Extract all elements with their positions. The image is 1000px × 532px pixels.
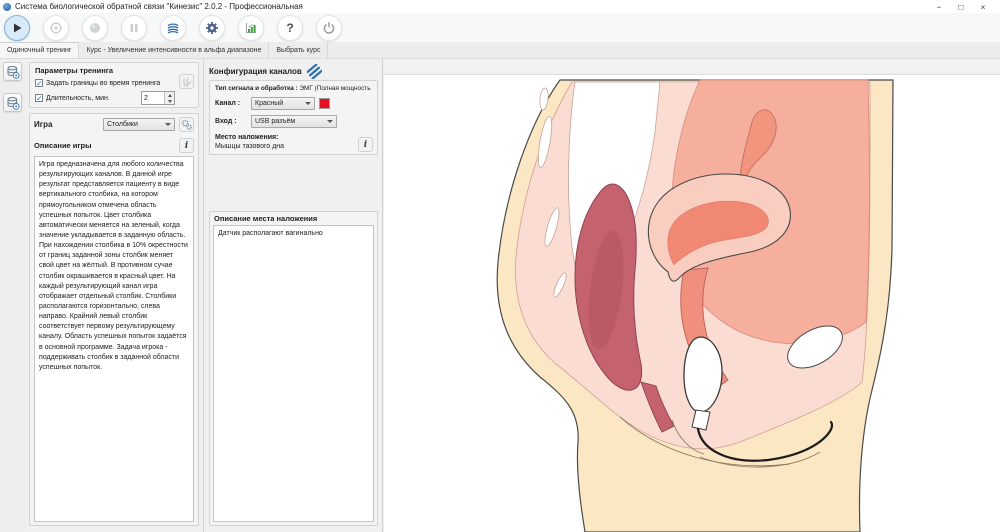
window-title: Система биологической обратной связи "Ки… [15,2,303,11]
play-button[interactable] [4,15,30,41]
channel-color-swatch[interactable] [319,98,330,109]
gear-icon [205,21,219,35]
game-select-value: Столбики [107,121,138,128]
manual-bounds-button[interactable] [179,74,194,89]
pelvic-anatomy-illustration [384,75,1000,532]
placement-label: Место наложения: [215,134,372,141]
tab-bar: Одиночный тренинг Курс - Увеличение инте… [0,42,1000,59]
placement-value: Мышцы тазового дна [215,143,372,150]
set-bounds-label: Задать границы во время тренинга [46,80,160,87]
layers-icon [166,21,180,35]
tab-single-training[interactable]: Одиночный тренинг [0,42,79,58]
tab-label: Одиночный тренинг [7,47,71,54]
maximize-button[interactable]: □ [950,0,972,13]
bar-chart-icon [244,21,258,35]
snapshot-button[interactable] [82,15,108,41]
statistics-button[interactable] [238,15,264,41]
pause-icon [128,22,140,34]
input-label: Вход : [215,118,247,125]
play-icon [11,22,23,34]
question-mark-icon: ? [286,22,293,34]
game-description-title: Описание игры [34,141,92,150]
duration-checkbox[interactable]: ✓ [35,94,43,102]
set-bounds-checkbox[interactable]: ✓ [35,79,43,87]
duration-row: ✓ Длительность, мин. 2 [35,91,193,105]
sessions-button[interactable] [160,15,186,41]
training-params-title: Параметры тренинга [35,66,193,75]
minimize-button[interactable]: − [928,0,950,13]
title-bar: Система биологической обратной связи "Ки… [0,0,1000,13]
input-select[interactable]: USB разъём [251,115,337,128]
tab-course-alpha[interactable]: Курс - Увеличение интенсивности в альфа … [79,42,269,58]
spinner-arrows [164,92,174,104]
game-label: Игра [34,120,99,129]
channel-row: Канал : Красный [215,97,372,110]
info-icon: i [185,141,188,151]
channel-select-value: Красный [255,100,283,107]
illustration-panel [384,59,1000,532]
gears-icon [181,119,193,131]
chevron-down-icon [168,100,172,103]
app-window: Система биологической обратной связи "Ки… [0,0,1000,532]
spin-down-button[interactable] [165,98,174,104]
record-target-icon [49,21,63,35]
channel-label: Канал : [215,100,247,107]
placement-description-group: Описание места наложения Датчик располаг… [209,211,378,526]
placement-info-button[interactable]: i [358,137,373,152]
settings-button[interactable] [199,15,225,41]
signal-type-label: Тип сигнала и обработка : [215,85,298,92]
channel-config-box: Тип сигнала и обработка : ЭМГ (Полная мо… [209,80,378,155]
game-info-button[interactable]: i [179,138,194,153]
session-stack-button-1[interactable] [3,62,22,81]
sphere-icon [88,21,102,35]
window-controls: − □ × [928,0,994,13]
pause-button[interactable] [121,15,147,41]
chevron-up-icon [168,94,172,97]
game-description-header: Описание игры i [34,138,194,153]
duration-value: 2 [142,92,164,104]
left-icon-strip [0,59,26,532]
game-settings-button[interactable] [179,117,194,132]
content-area: Параметры тренинга ✓ Задать границы во в… [0,59,1000,532]
placement-desc-text: Датчик располагают вагинально [213,225,374,522]
app-icon [3,3,11,11]
chevron-down-icon [327,120,333,123]
database-stack-icon [6,96,20,110]
channels-title: Конфигурация каналов [209,67,302,76]
power-button[interactable] [316,15,342,41]
toolbar: ? [0,13,1000,43]
chevron-down-icon [165,123,171,126]
info-icon: i [364,140,367,150]
power-icon [322,21,336,35]
game-row: Игра Столбики [34,117,194,132]
session-stack-button-2[interactable] [3,93,22,112]
illustration-panel-header [384,59,1000,75]
help-button[interactable]: ? [277,15,303,41]
channels-config-icon [307,64,322,79]
game-select[interactable]: Столбики [103,118,175,131]
hand-icon [181,76,193,88]
duration-spinner[interactable]: 2 [141,91,175,105]
channels-header: Конфигурация каналов [209,62,378,80]
chevron-down-icon [305,102,311,105]
game-group: Игра Столбики Описание игры i Игра предн… [29,113,199,526]
record-button[interactable] [43,15,69,41]
training-panel: Параметры тренинга ✓ Задать границы во в… [25,59,204,532]
input-row: Вход : USB разъём [215,115,372,128]
channel-select[interactable]: Красный [251,97,315,110]
input-select-value: USB разъём [255,118,295,125]
database-stack-icon [6,65,20,79]
channels-panel: Конфигурация каналов Тип сигнала и обраб… [205,59,383,532]
tab-label: Курс - Увеличение интенсивности в альфа … [86,47,261,54]
duration-label: Длительность, мин. [46,95,110,102]
placement-desc-title: Описание места наложения [210,212,377,224]
set-bounds-row: ✓ Задать границы во время тренинга [35,79,193,87]
signal-type-line: Тип сигнала и обработка : ЭМГ (Полная мо… [215,85,372,92]
tab-choose-course[interactable]: Выбрать курс [269,42,328,58]
tab-label: Выбрать курс [276,47,320,54]
close-button[interactable]: × [972,0,994,13]
training-params-group: Параметры тренинга ✓ Задать границы во в… [29,62,199,108]
signal-type-value: ЭМГ (Полная мощность спектра) [299,85,372,92]
game-description-text: Игра предназначена для любого количества… [34,156,194,522]
